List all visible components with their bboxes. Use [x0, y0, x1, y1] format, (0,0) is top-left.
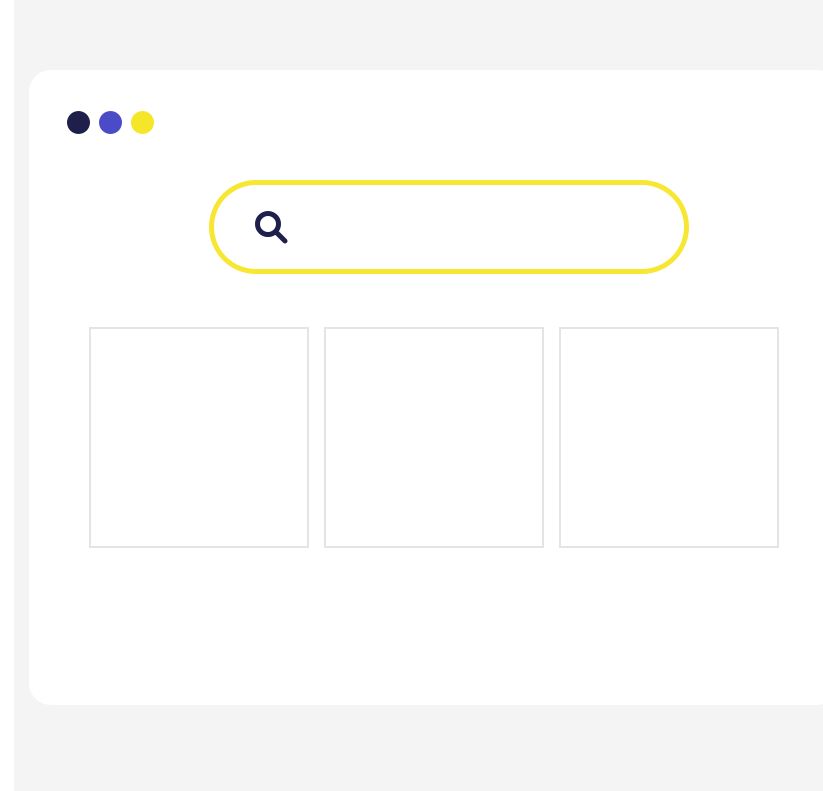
window-controls [67, 111, 154, 134]
search-icon [255, 211, 288, 244]
window-dot-indigo[interactable] [99, 111, 122, 134]
search-input[interactable] [304, 206, 668, 248]
search-bar[interactable] [209, 180, 689, 274]
browser-window [29, 70, 823, 705]
card-2[interactable] [324, 327, 544, 548]
window-dot-navy[interactable] [67, 111, 90, 134]
card-3[interactable] [559, 327, 779, 548]
card-grid [89, 327, 779, 548]
window-dot-yellow[interactable] [131, 111, 154, 134]
page-background [14, 0, 823, 791]
card-1[interactable] [89, 327, 309, 548]
